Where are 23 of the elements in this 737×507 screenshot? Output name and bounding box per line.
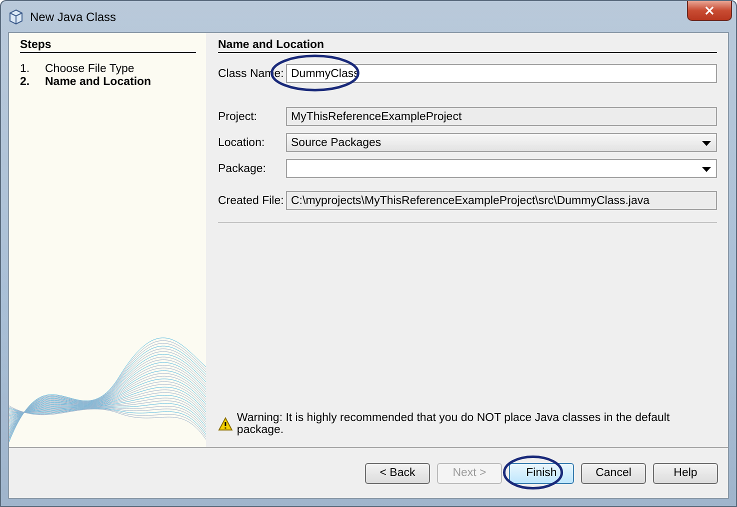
field-label: Package:: [218, 162, 267, 174]
readonly-field: MyThisReferenceExampleProject: [286, 107, 717, 126]
step-item: 2. Name and Location: [20, 76, 152, 88]
dialog-button[interactable]: Finish: [509, 462, 574, 484]
location-dropdown[interactable]: Source Packages: [286, 133, 717, 152]
field-label: Created File:: [218, 194, 285, 206]
steps-heading: Steps: [20, 33, 196, 53]
caret-icon: [702, 167, 711, 172]
warning-icon: [218, 417, 233, 431]
dialog-button[interactable]: < Back: [365, 462, 430, 484]
readonly-field: C:\myprojects\MyThisReferenceExampleProject\src\DummyClass.java: [286, 191, 717, 210]
caret-icon: [702, 141, 711, 146]
window-title: New Java Class: [30, 10, 116, 24]
panel-heading: Name and Location: [218, 33, 717, 53]
warning-text: Warning: It is highly recommended that you do NOT place Java classes in the default package.: [236, 412, 671, 436]
field-label: Location:: [218, 136, 266, 148]
package-combo-field[interactable]: [286, 159, 717, 178]
dialog-button[interactable]: Cancel: [581, 462, 646, 484]
field-label: Project:: [218, 110, 258, 122]
step-item: 1. Choose File Type: [20, 63, 136, 75]
cube-icon: [8, 8, 24, 24]
dialog-button[interactable]: Help: [653, 462, 718, 484]
close-button[interactable]: ×: [687, 1, 732, 21]
